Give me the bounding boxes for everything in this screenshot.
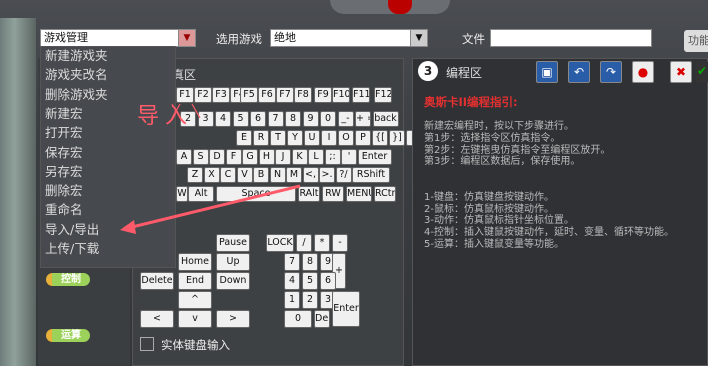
annotation-arrow-icon [120, 103, 301, 234]
app-window: 游戏管理 ▼ 选用游戏 绝地 ▼ 文件 功能 控制 运算 真区 F1 F2 F3 F4… [0, 0, 708, 366]
